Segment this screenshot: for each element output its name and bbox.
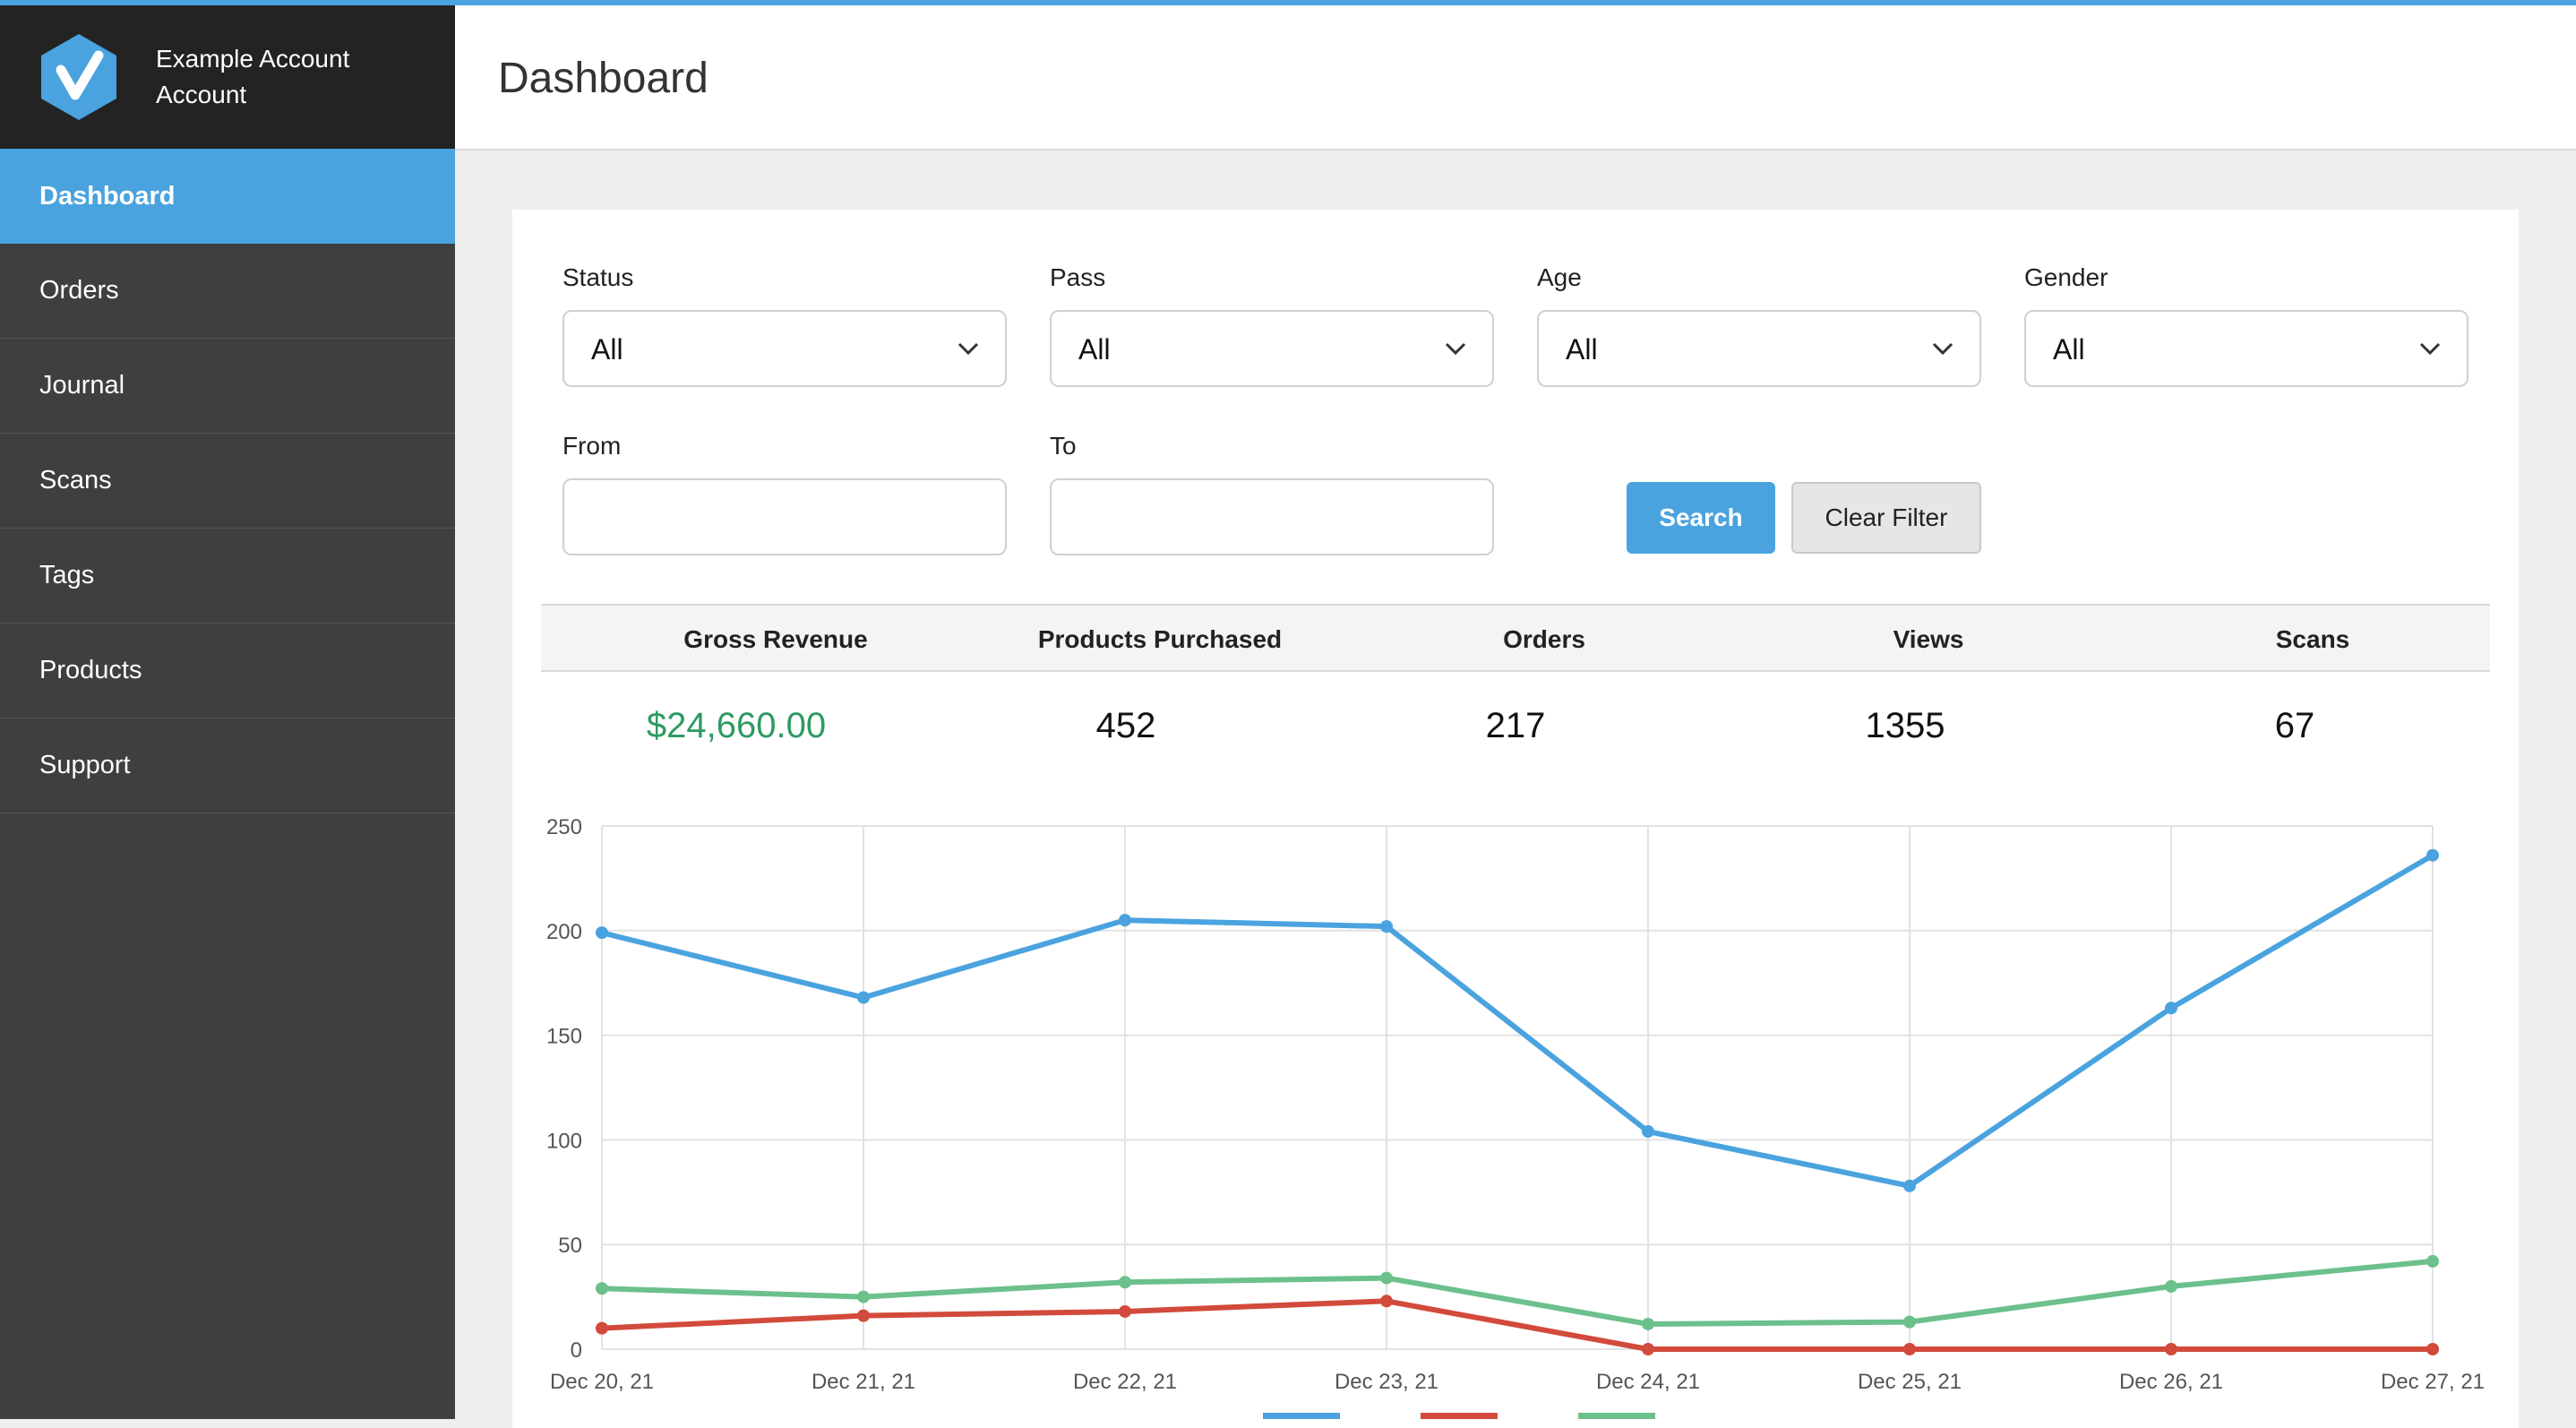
x-tick-label: Dec 27, 21 <box>2381 1370 2485 1394</box>
data-point <box>2426 1254 2439 1268</box>
y-tick-label: 250 <box>546 815 582 839</box>
data-point <box>1380 1295 1393 1308</box>
y-tick-label: 150 <box>546 1025 582 1049</box>
legend-swatch <box>1263 1413 1340 1419</box>
data-point <box>1119 914 1131 927</box>
legend-swatch <box>1421 1413 1498 1419</box>
data-point <box>596 1321 608 1335</box>
x-tick-label: Dec 20, 21 <box>550 1370 654 1394</box>
y-tick-label: 50 <box>558 1234 582 1258</box>
x-tick-label: Dec 25, 21 <box>1858 1370 1962 1394</box>
data-point <box>1642 1125 1654 1139</box>
y-tick-label: 0 <box>571 1338 582 1363</box>
data-point <box>2165 1343 2177 1355</box>
data-point <box>596 1282 608 1295</box>
data-point <box>1642 1343 1654 1355</box>
data-point <box>596 926 608 940</box>
data-point <box>2165 1279 2177 1293</box>
series-line <box>601 1298 2433 1352</box>
data-point <box>1380 1271 1393 1285</box>
data-point <box>2426 1343 2439 1355</box>
x-tick-label: Dec 26, 21 <box>2119 1370 2223 1394</box>
data-point <box>857 1290 870 1303</box>
y-tick-label: 100 <box>546 1129 582 1153</box>
data-point <box>2426 848 2439 862</box>
y-tick-label: 200 <box>546 920 582 944</box>
data-point <box>1380 920 1393 933</box>
x-tick-label: Dec 22, 21 <box>1073 1370 1177 1394</box>
x-tick-label: Dec 24, 21 <box>1596 1370 1700 1394</box>
data-point <box>1119 1304 1131 1318</box>
x-tick-label: Dec 23, 21 <box>1335 1370 1438 1394</box>
data-point <box>857 1309 870 1322</box>
legend-swatch <box>1578 1413 1655 1419</box>
data-point <box>1119 1276 1131 1289</box>
line-chart: 0 50 100 150 200 250 Dec 20, 21 Dec 21, 21 Dec 2… <box>546 815 2485 1419</box>
x-tick-label: Dec 21, 21 <box>811 1370 915 1394</box>
data-point <box>1903 1179 1916 1192</box>
data-point <box>2165 1002 2177 1015</box>
data-point <box>1903 1315 1916 1329</box>
data-point <box>857 991 870 1004</box>
series-line <box>601 853 2434 1189</box>
data-point <box>1642 1317 1654 1330</box>
data-point <box>1903 1343 1916 1355</box>
